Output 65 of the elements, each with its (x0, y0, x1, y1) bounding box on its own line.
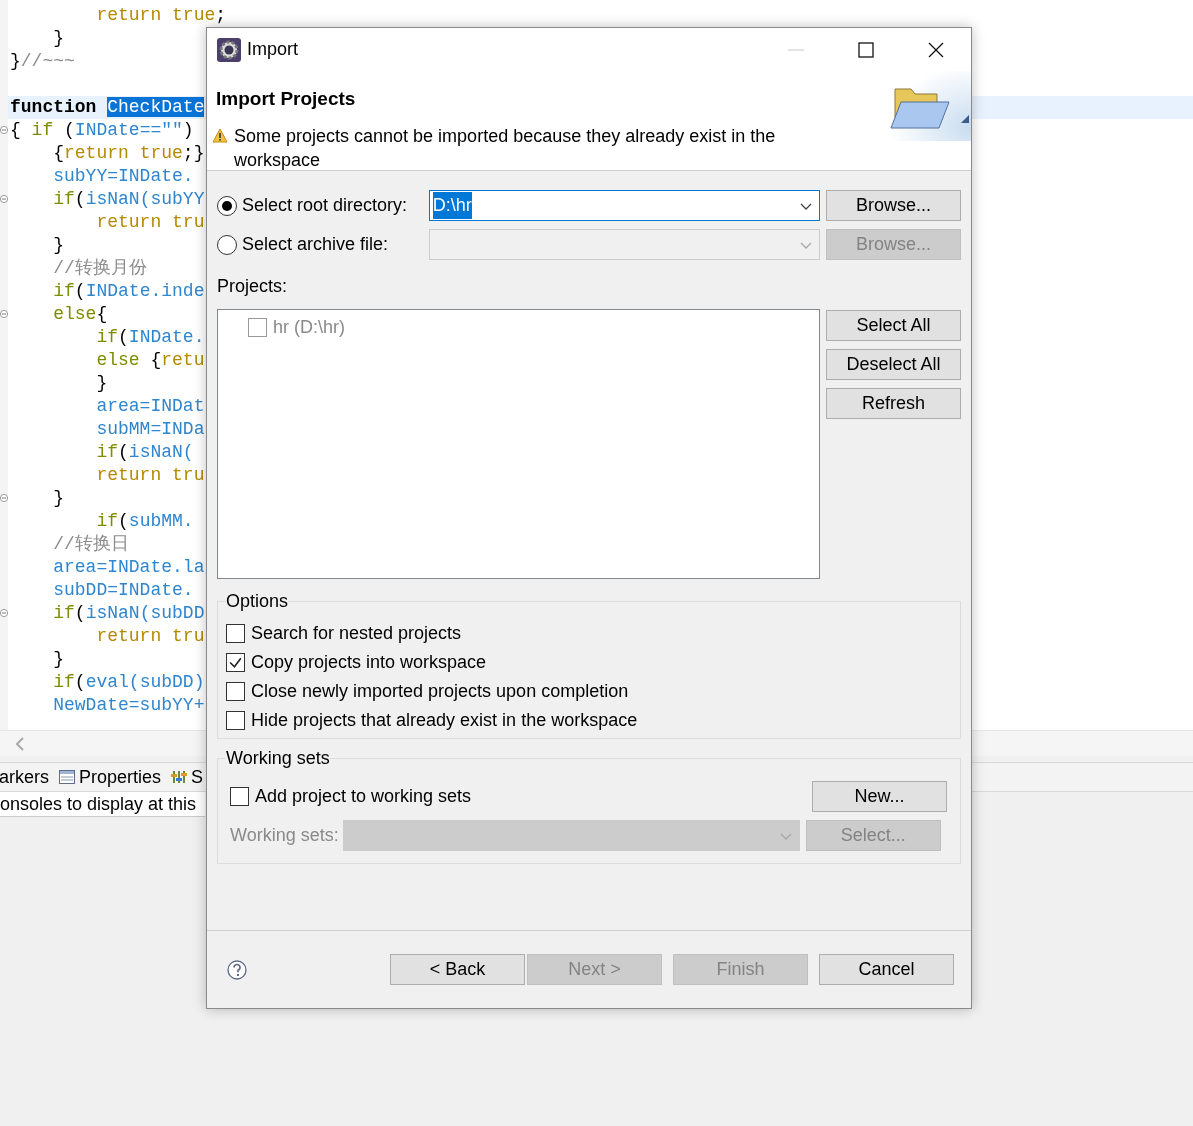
code-line: } (95, 372, 108, 395)
view-tab[interactable]: S (191, 763, 204, 791)
browse-button[interactable]: Browse... (826, 190, 961, 221)
sliders-icon (171, 769, 188, 785)
code-line: subYY=INDate. (52, 165, 194, 188)
field-label: Working sets: (230, 824, 339, 847)
code-line: if(eval(subDD) (52, 671, 205, 694)
view-tab[interactable]: arkers (0, 763, 49, 791)
code-line: //转换日 (52, 533, 129, 556)
checkbox[interactable]: Search for nested projects (226, 619, 462, 648)
collapse-icon[interactable] (0, 195, 8, 203)
chevron-left-icon (14, 735, 26, 752)
code-line: return tru (95, 625, 205, 648)
code-line: //转换月份 (52, 257, 147, 280)
code-line: if(INDate.inde (52, 280, 205, 303)
code-line: return tru (95, 464, 205, 487)
checkbox[interactable]: Close newly imported projects upon completion (226, 677, 629, 706)
console-message: onsoles to display at this (0, 792, 205, 817)
code-line: if(isNaN(subYY (52, 188, 205, 211)
maximize-icon (858, 41, 874, 58)
code-line: subDD=INDate. (52, 579, 194, 602)
page-title: Import Projects (216, 87, 357, 111)
refresh-button[interactable]: Refresh (826, 388, 961, 419)
view-tab[interactable]: Properties (79, 763, 162, 791)
check-icon (228, 655, 243, 670)
collapse-icon[interactable] (0, 494, 8, 502)
code-line: NewDate=subYY+ (52, 694, 205, 717)
code-line: function CheckDate (10, 96, 205, 119)
checkbox[interactable]: Hide projects that already exist in the workspace (226, 706, 638, 735)
cancel-button[interactable]: Cancel (819, 954, 954, 985)
code-line: if(subMM. (95, 510, 194, 533)
code-line: return true; (95, 4, 227, 27)
code-line: if(isNaN(subDD (52, 602, 205, 625)
code-line: } (52, 648, 64, 671)
code-line: if(isNaN( (95, 441, 194, 464)
checkbox[interactable]: Copy projects into workspace (226, 648, 487, 677)
table-icon (59, 770, 75, 784)
code-line: {return true;} (52, 142, 205, 165)
warning-message: Some projects cannot be imported because they already exist in the workspace (234, 124, 777, 172)
window-title: Import (247, 38, 299, 61)
select-all-button[interactable]: Select All (826, 310, 961, 341)
warning-icon (212, 127, 228, 144)
code-line: return tru (95, 211, 205, 234)
gear-icon (217, 37, 241, 62)
code-line: area=INDat (95, 395, 205, 418)
radio-button[interactable]: Select root directory: (217, 192, 429, 219)
path-combo[interactable]: D:\hr (428, 190, 821, 221)
collapse-icon[interactable] (0, 609, 8, 617)
code-line: } (52, 27, 64, 50)
collapse-icon[interactable] (0, 310, 8, 318)
code-line: subMM=INDa (95, 418, 205, 441)
help-icon[interactable] (227, 959, 247, 980)
projects-label: Projects: (217, 275, 288, 298)
deselect-all-button[interactable]: Deselect All (826, 349, 961, 380)
code-line: } (52, 487, 64, 510)
close-icon (928, 41, 944, 58)
code-line: { if (INDate=="") (10, 119, 194, 142)
code-line: } (52, 234, 64, 257)
code-line: else{ (52, 303, 108, 326)
code-line: else {retu (95, 349, 205, 372)
back-button[interactable]: < Back (390, 954, 525, 985)
code-line: area=INDate.la (52, 556, 205, 579)
code-line: if(INDate. (95, 326, 205, 349)
collapse-icon[interactable] (0, 126, 8, 134)
code-line: }//~~~ (10, 50, 75, 73)
